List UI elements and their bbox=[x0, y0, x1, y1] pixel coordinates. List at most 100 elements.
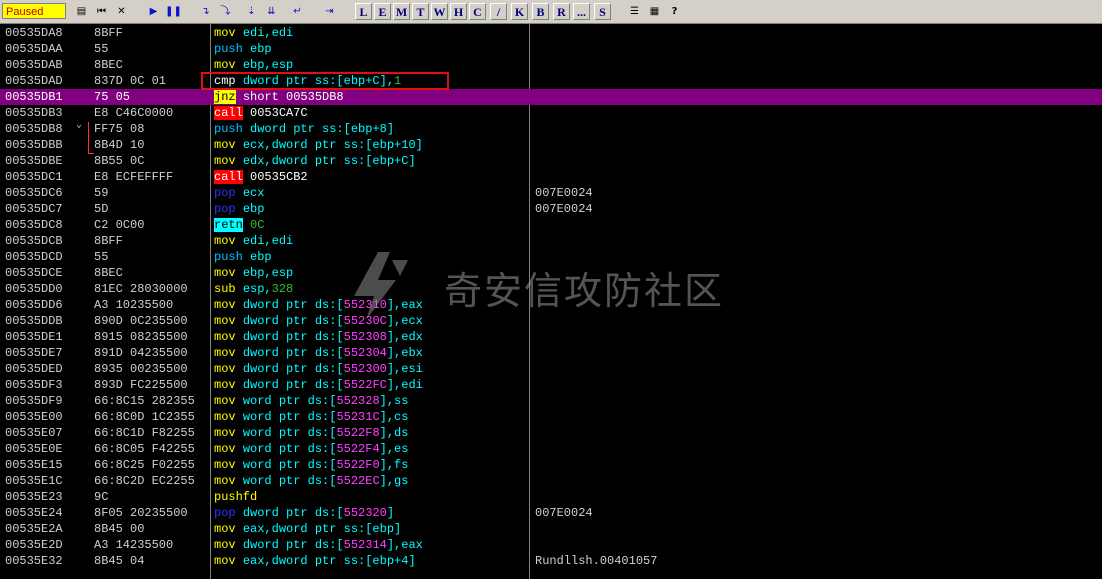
toolbar-letter-button[interactable]: T bbox=[412, 3, 429, 20]
row-instruction: mov word ptr ds:[5522F0],fs bbox=[214, 457, 408, 473]
disassembly-row[interactable]: 00535DAB 8BEC mov ebp,esp bbox=[0, 57, 1102, 73]
row-hex: 890D 0C235500 bbox=[94, 314, 188, 328]
row-instruction: call 0053CA7C bbox=[214, 105, 308, 121]
disassembly-row[interactable]: 00535DBB 8B4D 10 mov ecx,dword ptr ss:[ebp… bbox=[0, 137, 1102, 153]
row-operand: 552314 bbox=[343, 538, 387, 552]
row-address: 00535E15 bbox=[5, 458, 63, 472]
row-comment: 007E0024 bbox=[535, 202, 593, 216]
row-mnemonic: mov bbox=[214, 458, 236, 472]
row-hex: 8BEC bbox=[94, 266, 123, 280]
row-hex: 75 05 bbox=[94, 90, 131, 104]
disassembly-row[interactable]: 00535DF3 893D FC225500 mov dword ptr ds:[5… bbox=[0, 377, 1102, 393]
disassembly-row[interactable]: 00535DCB 8BFF mov edi,edi bbox=[0, 233, 1102, 249]
disassembly-row[interactable]: 00535E1C 66:8C2D EC2255 mov word ptr ds:[5… bbox=[0, 473, 1102, 489]
help-icon[interactable]: ? bbox=[666, 3, 683, 20]
disassembly-row[interactable]: 00535E24 8F05 20235500 pop dword ptr ds:[5… bbox=[0, 505, 1102, 521]
toolbar-letter-button[interactable]: L bbox=[355, 3, 372, 20]
go-to-icon[interactable]: ⇥ bbox=[321, 3, 338, 20]
row-instruction: pop ecx bbox=[214, 185, 264, 201]
row-operand: ecx,dword ptr ss:[ebp+10] bbox=[242, 138, 423, 152]
row-address: 00535DB3 bbox=[5, 106, 63, 120]
row-operand: ebp,esp bbox=[242, 58, 294, 72]
toolbar-letter-button[interactable]: ... bbox=[573, 3, 590, 20]
row-address: 00535DCD bbox=[5, 250, 63, 264]
row-operand: 0053CA7C bbox=[250, 106, 308, 120]
row-operand: word ptr ds:[ bbox=[242, 442, 337, 456]
run-icon[interactable]: ▶ bbox=[145, 3, 162, 20]
row-operand: ],ss bbox=[379, 394, 409, 408]
disassembly-row[interactable]: 00535DED 8935 00235500 mov dword ptr ds:[5… bbox=[0, 361, 1102, 377]
trace-over-icon[interactable]: ⇊ bbox=[263, 3, 280, 20]
row-comment: 007E0024 bbox=[535, 506, 593, 520]
row-address: 00535E2D bbox=[5, 538, 63, 552]
disassembly-row[interactable]: 00535DF9 66:8C15 282355 mov word ptr ds:[5… bbox=[0, 393, 1102, 409]
row-hex: 66:8C0D 1C2355 bbox=[94, 410, 195, 424]
disassembly-row[interactable]: 00535E0E 66:8C05 F42255 mov word ptr ds:[5… bbox=[0, 441, 1102, 457]
disassembly-row[interactable]: 00535DC1 E8 ECFEFFFF call 00535CB2 bbox=[0, 169, 1102, 185]
row-operand: 5522EC bbox=[336, 474, 380, 488]
toolbar-letter-button[interactable]: H bbox=[450, 3, 467, 20]
row-mnemonic: mov bbox=[214, 442, 236, 456]
disassembly-row[interactable]: 00535E23 9C pushfd bbox=[0, 489, 1102, 505]
disassembly-row[interactable]: 00535E2D A3 14235500 mov dword ptr ds:[552… bbox=[0, 537, 1102, 553]
disassembly-row[interactable]: 00535E2A 8B45 00 mov eax,dword ptr ss:[ebp… bbox=[0, 521, 1102, 537]
toolbar-letter-button[interactable]: W bbox=[431, 3, 448, 20]
row-mnemonic: sub bbox=[214, 282, 236, 296]
row-hex: 8B45 00 bbox=[94, 522, 145, 536]
toolbar-letter-button[interactable]: E bbox=[374, 3, 391, 20]
disassembly-row[interactable]: 00535DB3 E8 C46C0000 call 0053CA7C bbox=[0, 105, 1102, 121]
disassembly-row[interactable]: 00535E32 8B45 04 mov eax,dword ptr ss:[ebp… bbox=[0, 553, 1102, 569]
disassembly-row[interactable]: 00535DE7 891D 04235500 mov dword ptr ds:[5… bbox=[0, 345, 1102, 361]
row-mnemonic: pop bbox=[214, 506, 236, 520]
row-operand: word ptr ds:[ bbox=[242, 394, 337, 408]
row-operand: ],edi bbox=[386, 378, 423, 392]
row-address: 00535E23 bbox=[5, 490, 63, 504]
row-address: 00535DDB bbox=[5, 314, 63, 328]
disassembly-row[interactable]: 00535E00 66:8C0D 1C2355 mov word ptr ds:[5… bbox=[0, 409, 1102, 425]
toolbar-letter-button[interactable]: M bbox=[393, 3, 410, 20]
toolbar-letter-button[interactable]: / bbox=[490, 3, 507, 20]
disassembly-row[interactable]: 00535DC8 C2 0C00 retn 0C bbox=[0, 217, 1102, 233]
toolbar-letter-button[interactable]: B bbox=[532, 3, 549, 20]
disassembly-row[interactable]: 00535DE1 8915 08235500 mov dword ptr ds:[5… bbox=[0, 329, 1102, 345]
row-instruction: mov ebp,esp bbox=[214, 57, 293, 73]
toolbar-letter-button[interactable]: C bbox=[469, 3, 486, 20]
toolbar-letter-button[interactable]: K bbox=[511, 3, 528, 20]
pause-icon[interactable]: ❚❚ bbox=[165, 3, 182, 20]
row-address: 00535DB8 bbox=[5, 122, 63, 136]
row-operand: 00535CB2 bbox=[250, 170, 308, 184]
step-over-icon[interactable]: ⤵ bbox=[217, 3, 234, 20]
options-icon[interactable]: ☰ bbox=[626, 3, 643, 20]
disassembly-row[interactable]: 00535DC6 59 pop ecx 007E0024 bbox=[0, 185, 1102, 201]
disassembly-row[interactable]: 00535E07 66:8C1D F82255 mov word ptr ds:[5… bbox=[0, 425, 1102, 441]
disassembly-row[interactable]: 00535DB8 FF75 08 push dword ptr ss:[ebp+8] bbox=[0, 121, 1102, 137]
disassembly-row[interactable]: 00535DA8 8BFF mov edi,edi bbox=[0, 25, 1102, 41]
row-operand: ],ds bbox=[379, 426, 409, 440]
trace-into-icon[interactable]: ⇣ bbox=[243, 3, 260, 20]
row-operand: ecx bbox=[242, 186, 265, 200]
execute-till-return-icon[interactable]: ↵ bbox=[289, 3, 306, 20]
row-operand: ],edx bbox=[386, 330, 423, 344]
row-operand: 5522FC bbox=[343, 378, 387, 392]
step-into-icon[interactable]: ↴ bbox=[197, 3, 214, 20]
disassembly-row[interactable]: 00535DAA 55 push ebp bbox=[0, 41, 1102, 57]
disassembly-row[interactable]: 00535DAD 837D 0C 01 cmp dword ptr ss:[ebp+… bbox=[0, 73, 1102, 89]
colors-icon[interactable]: ▦ bbox=[646, 3, 663, 20]
disassembly-row[interactable]: 00535DBE 8B55 0C mov edx,dword ptr ss:[ebp… bbox=[0, 153, 1102, 169]
row-operand: dword ptr ds:[ bbox=[242, 378, 344, 392]
toolbar-letter-button[interactable]: R bbox=[553, 3, 570, 20]
row-hex: 66:8C2D EC2255 bbox=[94, 474, 195, 488]
row-hex: 8B4D 10 bbox=[94, 138, 145, 152]
disassembly-row[interactable]: 00535DB1 75 05 jnz short 00535DB8 bbox=[0, 89, 1102, 105]
disassembly-row[interactable]: 00535DC7 5D pop ebp 007E0024 bbox=[0, 201, 1102, 217]
row-comment: 007E0024 bbox=[535, 186, 593, 200]
row-mnemonic: mov bbox=[214, 314, 236, 328]
row-hex: 891D 04235500 bbox=[94, 346, 188, 360]
disassembly-row[interactable]: 00535E15 66:8C25 F02255 mov word ptr ds:[5… bbox=[0, 457, 1102, 473]
watermark-logo-icon bbox=[354, 252, 408, 320]
open-icon[interactable]: ▤ bbox=[73, 3, 90, 20]
row-instruction: jnz short 00535DB8 bbox=[214, 89, 344, 105]
restart-icon[interactable]: ⏮ bbox=[93, 3, 110, 20]
toolbar-letter-button[interactable]: S bbox=[594, 3, 611, 20]
close-icon[interactable]: ✕ bbox=[113, 3, 130, 20]
